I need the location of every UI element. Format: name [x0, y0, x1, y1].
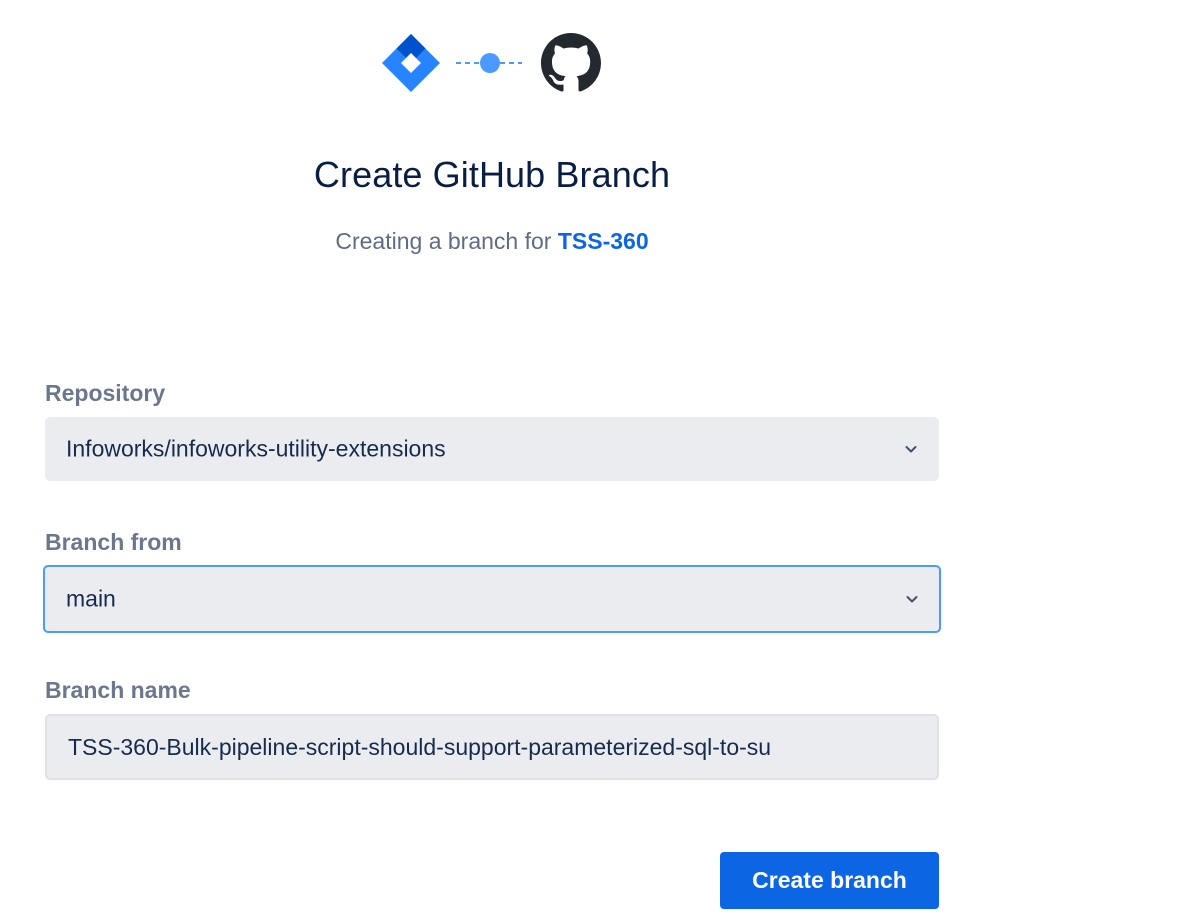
branch-from-label: Branch from	[45, 529, 182, 555]
repository-label: Repository	[45, 380, 166, 406]
repository-select[interactable]: Infoworks/infoworks-utility-extensions	[45, 417, 939, 481]
chevron-down-icon	[905, 446, 917, 453]
connector-dots-icon	[456, 53, 522, 73]
branch-name-label: Branch name	[45, 677, 191, 703]
branch-name-input[interactable]	[45, 714, 939, 780]
branch-from-select[interactable]: main	[43, 565, 941, 633]
integration-logos	[380, 32, 602, 94]
page-subtitle: Creating a branch for TSS-360	[0, 228, 984, 255]
github-logo-icon	[541, 33, 601, 92]
jira-logo-icon	[382, 34, 440, 92]
page-title: Create GitHub Branch	[313, 154, 671, 195]
chevron-down-icon	[906, 596, 918, 603]
branch-from-value: main	[66, 585, 116, 612]
subtitle-prefix: Creating a branch for	[335, 228, 552, 254]
repository-value: Infoworks/infoworks-utility-extensions	[66, 435, 446, 462]
create-branch-button[interactable]: Create branch	[720, 852, 939, 909]
issue-key-link[interactable]: TSS-360	[558, 228, 649, 254]
create-branch-page: Create GitHub Branch Creating a branch f…	[0, 0, 1184, 918]
